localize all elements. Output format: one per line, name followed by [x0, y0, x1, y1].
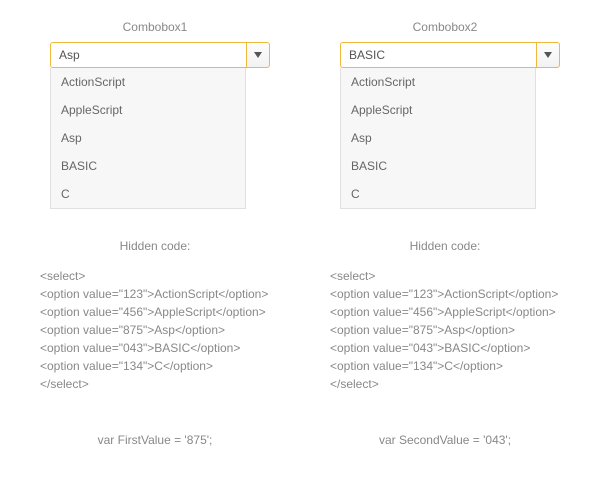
combobox1-option[interactable]: C [51, 180, 245, 208]
code-line: <option value="134">C</option> [330, 357, 560, 375]
var-first-value: var FirstValue = '875'; [40, 433, 270, 447]
code-line: </select> [40, 375, 270, 393]
hidden-code-left: <select> <option value="123">ActionScrip… [40, 267, 270, 393]
code-line: <select> [330, 267, 560, 285]
combobox2-option[interactable]: ActionScript [341, 68, 535, 96]
combobox1 [50, 42, 270, 68]
var-second-value: var SecondValue = '043'; [330, 433, 560, 447]
combobox1-dropdown: ActionScript AppleScript Asp BASIC C [50, 68, 246, 209]
code-line: <option value="875">Asp</option> [330, 321, 560, 339]
code-line: <option value="875">Asp</option> [40, 321, 270, 339]
hidden-code-label-right: Hidden code: [330, 239, 560, 253]
code-line: <option value="123">ActionScript</option… [40, 285, 270, 303]
combobox2-dropdown: ActionScript AppleScript Asp BASIC C [340, 68, 536, 209]
code-line: <option value="456">AppleScript</option> [330, 303, 560, 321]
code-line: <option value="043">BASIC</option> [330, 339, 560, 357]
combobox1-column: Combobox1 ActionScript AppleScript Asp B… [40, 20, 270, 447]
combobox1-option[interactable]: BASIC [51, 152, 245, 180]
combobox2-input[interactable] [340, 42, 536, 68]
hidden-code-right: <select> <option value="123">ActionScrip… [330, 267, 560, 393]
chevron-down-icon [544, 52, 552, 58]
code-line: <option value="123">ActionScript</option… [330, 285, 560, 303]
combobox1-option[interactable]: ActionScript [51, 68, 245, 96]
combobox2-option[interactable]: AppleScript [341, 96, 535, 124]
combobox1-option[interactable]: AppleScript [51, 96, 245, 124]
combobox1-title: Combobox1 [40, 20, 270, 34]
code-line: <option value="456">AppleScript</option> [40, 303, 270, 321]
combobox2-option[interactable]: BASIC [341, 152, 535, 180]
code-line: </select> [330, 375, 560, 393]
combobox2-title: Combobox2 [330, 20, 560, 34]
combobox2-dropdown-button[interactable] [536, 42, 560, 68]
hidden-code-label-left: Hidden code: [40, 239, 270, 253]
code-line: <option value="043">BASIC</option> [40, 339, 270, 357]
combobox2-column: Combobox2 ActionScript AppleScript Asp B… [330, 20, 560, 447]
combobox2-option[interactable]: C [341, 180, 535, 208]
code-line: <select> [40, 267, 270, 285]
combobox1-dropdown-button[interactable] [246, 42, 270, 68]
combobox1-input[interactable] [50, 42, 246, 68]
code-line: <option value="134">C</option> [40, 357, 270, 375]
combobox2 [340, 42, 560, 68]
chevron-down-icon [254, 52, 262, 58]
combobox2-option[interactable]: Asp [341, 124, 535, 152]
combobox1-option[interactable]: Asp [51, 124, 245, 152]
